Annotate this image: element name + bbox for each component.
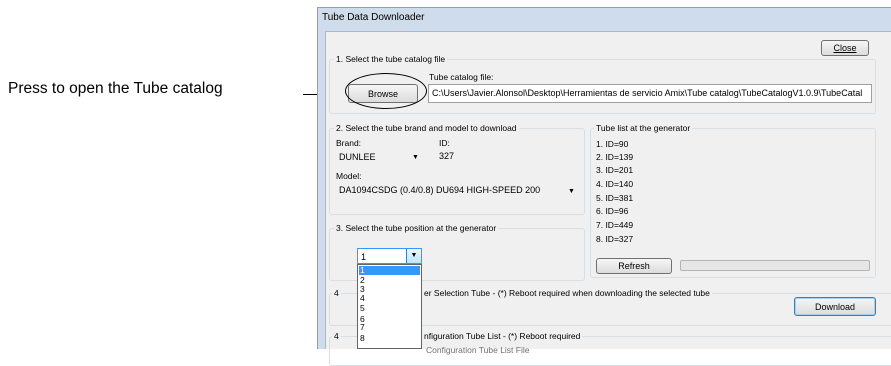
group-brand-model xyxy=(329,128,585,215)
tube-position-value: 1 xyxy=(361,252,367,262)
group-selection-tube-legend-prefix: 4 xyxy=(332,288,341,298)
model-dropdown-value: DA1094CSDG (0.4/0.8) DU694 HIGH-SPEED 20… xyxy=(339,185,541,195)
tube-list-item: 1. ID=90 xyxy=(596,139,629,149)
group-tube-position-legend: 3. Select the tube position at the gener… xyxy=(334,223,499,233)
close-button-label: Close xyxy=(833,43,857,53)
tube-position-dropdown-list[interactable]: 1 2 3 4 5 6 7 8 xyxy=(357,264,422,349)
dropdown-option[interactable]: 1 xyxy=(360,266,365,275)
model-chevron-down-icon[interactable]: ▼ xyxy=(566,187,575,197)
tube-position-chevron-down-icon[interactable]: ▼ xyxy=(406,249,421,263)
id-value-field: 327 xyxy=(436,149,484,165)
configuration-tube-list-partial-text: Configuration Tube List File xyxy=(426,345,530,355)
group-catalog-file-legend: 1. Select the tube catalog file xyxy=(334,54,448,64)
model-label: Model: xyxy=(336,171,362,181)
catalog-file-path-field[interactable]: C:\Users\Javier.Alonsol\Desktop\Herramie… xyxy=(428,84,872,103)
refresh-button-label: Refresh xyxy=(618,261,650,271)
tube-list-item: 6. ID=96 xyxy=(596,206,629,216)
refresh-button[interactable]: Refresh xyxy=(596,258,672,274)
group-brand-model-legend: 2. Select the tube brand and model to do… xyxy=(334,123,519,133)
close-button[interactable]: Close xyxy=(821,40,869,56)
tube-list-item: 5. ID=381 xyxy=(596,193,634,203)
tube-list-item: 4. ID=140 xyxy=(596,179,634,189)
dropdown-option[interactable]: 4 xyxy=(360,294,365,303)
brand-dropdown[interactable]: DUNLEE xyxy=(336,149,424,165)
group-tube-list xyxy=(590,128,876,278)
dropdown-option[interactable]: 5 xyxy=(360,304,365,313)
window-title: Tube Data Downloader xyxy=(322,12,425,23)
brand-label: Brand: xyxy=(336,138,362,148)
group-configuration-tube-list-legend-prefix: 4 xyxy=(332,331,341,341)
callout-text: Press to open the Tube catalog xyxy=(8,80,223,97)
dropdown-option[interactable]: 8 xyxy=(360,334,365,343)
brand-chevron-down-icon[interactable]: ▼ xyxy=(412,153,419,163)
id-label: ID: xyxy=(439,138,450,148)
group-selection-tube-legend: er Selection Tube - (*) Reboot required … xyxy=(422,288,712,298)
model-dropdown[interactable]: DA1094CSDG (0.4/0.8) DU694 HIGH-SPEED 20… xyxy=(336,182,575,199)
tube-list-item: 3. ID=201 xyxy=(596,165,634,175)
download-button-label: Download xyxy=(814,301,856,312)
group-tube-list-legend: Tube list at the generator xyxy=(594,123,693,133)
browse-highlight-ellipse xyxy=(345,73,427,109)
tube-list-item: 8. ID=327 xyxy=(596,234,634,244)
refresh-progress-bar xyxy=(680,260,870,271)
download-button[interactable]: Download xyxy=(794,297,876,316)
group-configuration-tube-list-legend: nfiguration Tube List - (*) Reboot requi… xyxy=(422,331,583,341)
dropdown-selected-highlight xyxy=(359,266,420,275)
tube-list-item: 7. ID=449 xyxy=(596,220,634,230)
tube-list-item: 2. ID=139 xyxy=(596,152,634,162)
dropdown-option[interactable]: 7 xyxy=(360,323,365,332)
brand-dropdown-value: DUNLEE xyxy=(339,152,376,162)
catalog-file-label: Tube catalog file: xyxy=(429,72,494,82)
